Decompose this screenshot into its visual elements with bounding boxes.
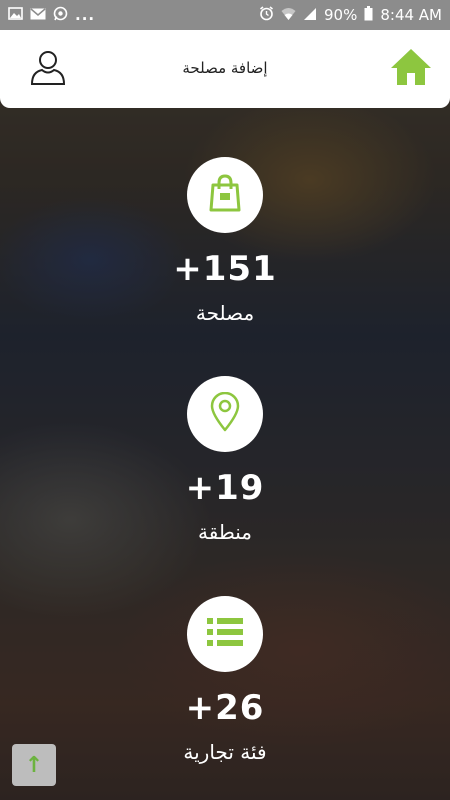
scroll-top-button[interactable]: ↑	[12, 744, 56, 786]
signal-icon	[303, 7, 317, 24]
status-bar: ... 90% 8:44 AM	[0, 0, 450, 30]
notification-overflow: ...	[75, 6, 96, 24]
mail-icon	[30, 7, 46, 23]
status-bar-left: ...	[8, 6, 95, 24]
stat-icon-circle	[187, 157, 263, 233]
wifi-icon	[281, 7, 296, 24]
battery-icon	[364, 6, 373, 24]
stat-value: +19	[185, 468, 265, 508]
user-icon[interactable]	[28, 47, 68, 91]
stat-areas: +19 منطقة	[0, 376, 450, 544]
image-icon	[8, 7, 23, 23]
stat-label: مصلحة	[195, 301, 255, 325]
app-bar: إضافة مصلحة	[0, 30, 450, 108]
stat-icon-circle	[187, 596, 263, 672]
status-bar-right: 90% 8:44 AM	[259, 6, 442, 24]
stat-value: +26	[185, 688, 265, 728]
arrow-up-icon: ↑	[24, 752, 44, 778]
stat-categories: +26 فئة تجارية	[0, 596, 450, 764]
stat-label: فئة تجارية	[183, 740, 267, 764]
stat-value: +151	[173, 249, 277, 289]
home-icon[interactable]	[390, 47, 432, 91]
stat-icon-circle	[187, 376, 263, 452]
battery-percent: 90%	[324, 6, 358, 24]
alarm-icon	[259, 6, 274, 24]
clock: 8:44 AM	[380, 6, 442, 24]
list-icon	[205, 615, 245, 653]
whatsapp-icon	[53, 6, 68, 24]
stat-label: منطقة	[198, 520, 252, 544]
location-pin-icon	[208, 391, 242, 436]
shopping-bag-icon	[205, 173, 245, 217]
stat-interests: +151 مصلحة	[0, 157, 450, 325]
